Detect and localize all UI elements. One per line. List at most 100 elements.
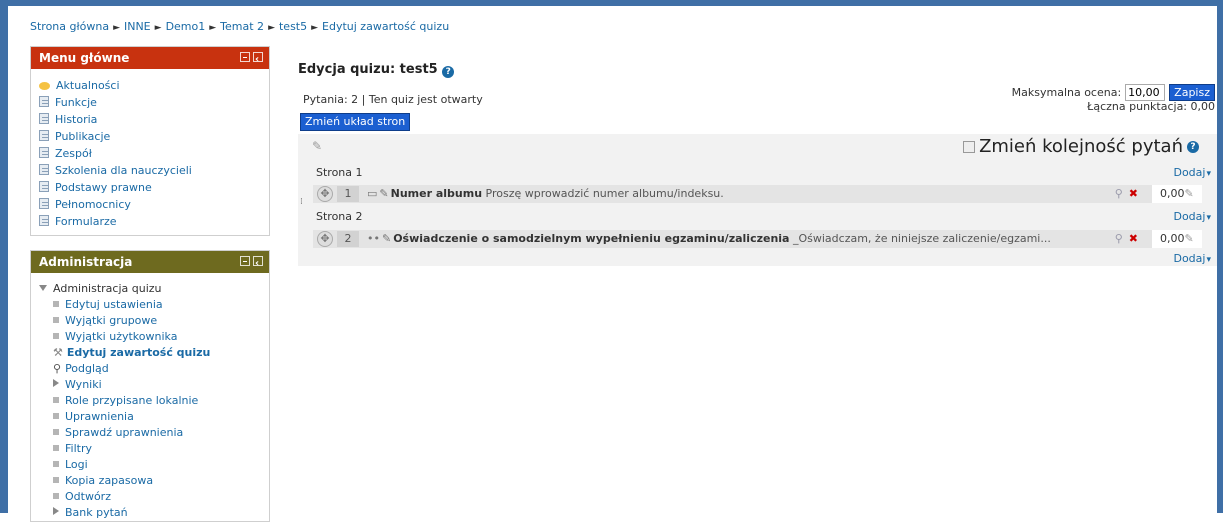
- reorder-checkbox[interactable]: [963, 140, 976, 153]
- help-icon[interactable]: ?: [1187, 140, 1199, 153]
- edit-mark-icon[interactable]: ✎: [1185, 232, 1194, 245]
- admin-label: Edytuj zawartość quizu: [66, 346, 211, 359]
- edit-mark-icon[interactable]: ✎: [1185, 187, 1194, 200]
- help-icon[interactable]: ?: [442, 66, 455, 78]
- dock-icon[interactable]: [253, 253, 263, 275]
- breadcrumb-test5[interactable]: test5: [279, 20, 307, 33]
- question-text[interactable]: ▭ ✎ Numer albumu Proszę wprowadzić numer a…: [367, 187, 724, 200]
- edit-pencil-icon[interactable]: ✎: [312, 139, 322, 153]
- menu-item-historia[interactable]: Historia: [39, 111, 269, 128]
- admin-item-check-permissions[interactable]: Sprawdź uprawnienia: [39, 425, 269, 441]
- page-icon: [39, 181, 49, 192]
- menu-item-szkolenia[interactable]: Szkolenia dla nauczycieli: [39, 162, 269, 179]
- short-answer-icon: ▭: [367, 187, 378, 200]
- max-grade-label: Maksymalna ocena:: [1011, 86, 1122, 99]
- admin-label: Sprawdź uprawnienia: [65, 426, 184, 439]
- admin-item-group-overrides[interactable]: Wyjątki grupowe: [39, 313, 269, 329]
- admin-node-quiz[interactable]: Administracja quizu: [39, 281, 269, 297]
- admin-label: Edytuj ustawienia: [65, 298, 163, 311]
- mark-value: 0,00: [1160, 232, 1185, 245]
- question-mark[interactable]: 0,00✎: [1152, 185, 1202, 203]
- menu-item-zespol[interactable]: Zespół: [39, 145, 269, 162]
- admin-item-restore[interactable]: Odtwórz: [39, 489, 269, 505]
- admin-item-filters[interactable]: Filtry: [39, 441, 269, 457]
- menu-item-pelnomocnicy[interactable]: Pełnomocnicy: [39, 196, 269, 213]
- page-icon: [39, 164, 49, 175]
- breadcrumb-demo1[interactable]: Demo1: [166, 20, 206, 33]
- breadcrumb-temat2[interactable]: Temat 2: [220, 20, 264, 33]
- dock-icon[interactable]: [253, 49, 263, 71]
- menu-item-label: Zespół: [55, 147, 92, 160]
- question-tools: ⚲ ✖: [1115, 232, 1138, 245]
- move-icon[interactable]: ✥: [317, 186, 333, 202]
- admin-tree: Administracja quizu Edytuj ustawienia Wy…: [31, 273, 269, 521]
- admin-item-logs[interactable]: Logi: [39, 457, 269, 473]
- menu-glowne-list: Aktualności Funkcje Historia Publikacje …: [31, 69, 269, 238]
- save-button[interactable]: Zapisz: [1169, 84, 1215, 101]
- question-body: _Oświadczam, że niniejsze zaliczenie/egz…: [792, 232, 1051, 245]
- minimize-icon[interactable]: [240, 52, 250, 62]
- question-text[interactable]: •• ✎ Oświadczenie o samodzielnym wypełnien…: [367, 232, 1051, 245]
- delete-icon[interactable]: ✖: [1129, 187, 1138, 200]
- admin-label: Podgląd: [65, 362, 109, 375]
- menu-item-publikacje[interactable]: Publikacje: [39, 128, 269, 145]
- menu-item-formularze[interactable]: Formularze: [39, 213, 269, 230]
- reorder-toggle[interactable]: Zmień kolejność pytań ?: [963, 136, 1199, 157]
- admin-item-backup[interactable]: Kopia zapasowa: [39, 473, 269, 489]
- admin-item-roles[interactable]: Role przypisane lokalnie: [39, 393, 269, 409]
- mark-value: 0,00: [1160, 187, 1185, 200]
- preview-icon[interactable]: ⚲: [1115, 232, 1123, 245]
- admin-label: Logi: [65, 458, 88, 471]
- bullet-icon: [53, 413, 59, 419]
- max-grade-input[interactable]: [1125, 84, 1166, 101]
- repaginate-button[interactable]: Zmień układ stron: [300, 113, 411, 131]
- page-icon: [39, 130, 49, 141]
- edit-wrench-icon: ✎: [379, 187, 389, 200]
- admin-item-user-overrides[interactable]: Wyjątki użytkownika: [39, 329, 269, 345]
- question-body: Proszę wprowadzić numer albumu/indeksu.: [485, 187, 724, 200]
- breadcrumb-separator: ►: [268, 23, 275, 33]
- admin-item-edit-quiz[interactable]: ⚒ Edytuj zawartość quizu: [39, 345, 269, 361]
- question-mark[interactable]: 0,00✎: [1152, 230, 1202, 248]
- add-menu-2[interactable]: Dodaj: [1173, 210, 1211, 223]
- admin-item-permissions[interactable]: Uprawnienia: [39, 409, 269, 425]
- page-title: Edycja quizu: test5 ?: [298, 62, 455, 78]
- menu-item-label: Szkolenia dla nauczycieli: [55, 164, 192, 177]
- question-tools: ⚲ ✖: [1115, 187, 1138, 200]
- menu-item-label: Formularze: [55, 215, 117, 228]
- page-icon: [39, 96, 49, 107]
- breadcrumb: Strona główna ► INNE ► Demo1 ► Temat 2 ► test5 ► E…: [30, 20, 449, 33]
- breadcrumb-current[interactable]: Edytuj zawartość quizu: [322, 20, 449, 33]
- right-frame: [1217, 0, 1223, 513]
- menu-item-label: Publikacje: [55, 130, 111, 143]
- admin-label: Role przypisane lokalnie: [65, 394, 199, 407]
- menu-item-funkcje[interactable]: Funkcje: [39, 94, 269, 111]
- admin-node-question-bank[interactable]: Bank pytań: [39, 505, 269, 521]
- add-menu-1[interactable]: Dodaj: [1173, 166, 1211, 179]
- menu-item-podstawy[interactable]: Podstawy prawne: [39, 179, 269, 196]
- add-menu-3[interactable]: Dodaj: [1173, 252, 1211, 265]
- admin-label: Administracja quizu: [53, 282, 162, 295]
- admin-label: Filtry: [65, 442, 92, 455]
- quiz-info: Pytania: 2 | Ten quiz jest otwarty: [303, 93, 483, 106]
- breadcrumb-home[interactable]: Strona główna: [30, 20, 109, 33]
- preview-icon[interactable]: ⚲: [1115, 187, 1123, 200]
- menu-item-aktualnosci[interactable]: Aktualności: [39, 77, 269, 94]
- total-points: Łączna punktacja: 0,00: [1087, 100, 1215, 113]
- breadcrumb-separator: ►: [113, 23, 120, 33]
- move-icon[interactable]: ✥: [317, 231, 333, 247]
- bullet-icon: [53, 477, 59, 483]
- minimize-icon[interactable]: [240, 256, 250, 266]
- admin-item-preview[interactable]: ⚲ Podgląd: [39, 361, 269, 377]
- question-number: 2: [337, 231, 359, 247]
- admin-node-results[interactable]: Wyniki: [39, 377, 269, 393]
- expanded-icon: [39, 285, 47, 291]
- page-icon: [39, 113, 49, 124]
- delete-icon[interactable]: ✖: [1129, 232, 1138, 245]
- page-heading-1: Strona 1: [316, 166, 363, 179]
- breadcrumb-inne[interactable]: INNE: [124, 20, 151, 33]
- forum-icon: [39, 82, 50, 90]
- page-break-icon[interactable]: ⁞: [300, 197, 303, 207]
- bullet-icon: [53, 333, 59, 339]
- admin-item-edit-settings[interactable]: Edytuj ustawienia: [39, 297, 269, 313]
